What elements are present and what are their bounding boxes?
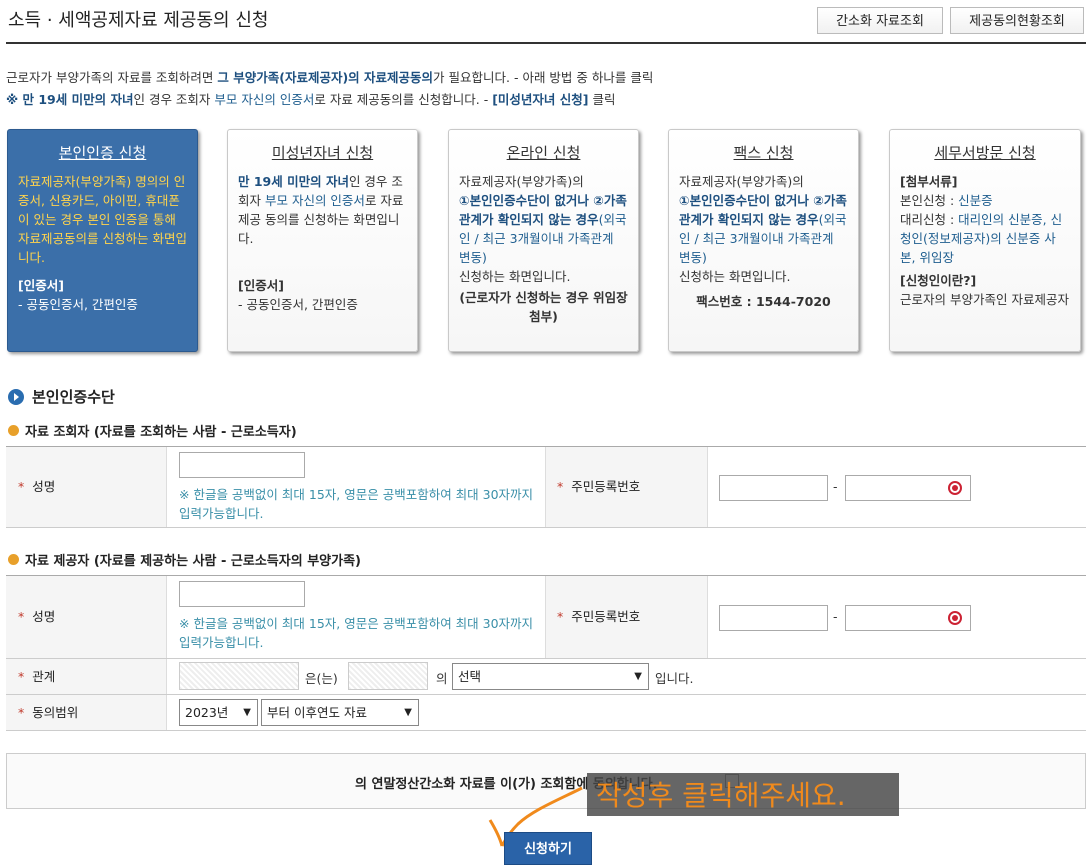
provider-name-label: * 성명: [6, 576, 166, 658]
viewer-name-input[interactable]: [179, 452, 305, 478]
fax-number: 팩스번호 : 1544-7020: [696, 294, 831, 309]
relation-select[interactable]: 선택 ▼: [452, 663, 649, 690]
card-section-title: [신청인이란?]: [900, 273, 977, 288]
row-divider: [6, 658, 1086, 659]
bullet-icon: [8, 425, 19, 436]
card-title: 미성년자녀 신청: [271, 144, 374, 162]
card-minor-child[interactable]: 미성년자녀 신청 만 19세 미만의 자녀인 경우 조회자 부모 자신의 인증서…: [227, 129, 418, 352]
provider-rrn-front-input[interactable]: [719, 605, 828, 631]
submit-button[interactable]: 신청하기: [504, 832, 592, 865]
card-title: 팩스 신청: [733, 144, 794, 162]
viewer-name-label: * 성명: [6, 447, 166, 527]
card-title: 세무서방문 신청: [934, 144, 1036, 162]
card-body: 자료제공자(부양가족)의 ①본인인증수단이 없거나 ②가족관계가 확인되지 않는…: [459, 174, 627, 284]
provider-subheading: 자료 제공자 (자료를 제공하는 사람 - 근로소득자의 부양가족): [8, 550, 361, 569]
page-title: 소득 · 세액공제자료 제공동의 신청: [8, 10, 269, 31]
relation-label: * 관계: [6, 659, 166, 694]
viewer-rrn-front-input[interactable]: [719, 475, 828, 501]
card-section-body: - 공동인증서, 간편인증: [238, 297, 358, 312]
chevron-down-icon: ▼: [634, 671, 642, 682]
relation-provider-field: [348, 662, 428, 690]
relation-viewer-field: [179, 662, 299, 690]
cell-divider: [707, 576, 708, 658]
year-select[interactable]: 2023년 ▼: [179, 699, 258, 726]
card-section-title: [인증서]: [238, 278, 284, 293]
consent-range-label: * 동의범위: [6, 695, 166, 730]
cell-divider: [166, 576, 167, 694]
cell-divider: [545, 576, 546, 658]
instruction-overlay-text: 작성후 클릭해주세요.: [596, 779, 846, 812]
range-select[interactable]: 부터 이후연도 자료 ▼: [261, 699, 419, 726]
card-tax-office-visit[interactable]: 세무서방문 신청 [첨부서류] 본인신청 : 신분증 대리신청 : 대리인의 신…: [889, 129, 1081, 352]
card-fax[interactable]: 팩스 신청 자료제공자(부양가족)의 ①본인인증수단이 없거나 ②가족관계가 확…: [668, 129, 859, 352]
card-body: 본인신청 : 신분증 대리신청 : 대리인의 신분증, 신청인(정보제공자)의 …: [900, 193, 1063, 265]
eye-icon[interactable]: [948, 481, 962, 495]
intro-line-2: ※ 만 19세 미만의 자녀인 경우 조회자 부모 자신의 인증서로 자료 제공…: [6, 92, 616, 107]
intro-line-1: 근로자가 부양가족의 자료를 조회하려면 그 부양가족(자료제공자)의 자료제공…: [6, 70, 654, 85]
card-note: (근로자가 신청하는 경우 위임장 첨부): [459, 290, 628, 324]
rrn-dash: -: [833, 479, 838, 494]
cell-divider: [707, 447, 708, 527]
name-input-note: ※ 한글을 공백없이 최대 15자, 영문은 공백포함하여 최대 30자까지 입…: [179, 487, 534, 521]
card-title: 온라인 신청: [506, 144, 581, 162]
consent-status-view-button[interactable]: 제공동의현황조회: [950, 7, 1084, 34]
card-self-auth[interactable]: 본인인증 신청 자료제공자(부양가족) 명의의 인증서, 신용카드, 아이핀, …: [7, 129, 198, 352]
card-online[interactable]: 온라인 신청 자료제공자(부양가족)의 ①본인인증수단이 없거나 ②가족관계가 …: [448, 129, 639, 352]
table-bottom-border: [6, 527, 1086, 528]
row-divider: [6, 694, 1086, 695]
viewer-subheading: 자료 조회자 (자료를 조회하는 사람 - 근로소득자): [8, 421, 297, 440]
card-section-title: [인증서]: [18, 278, 64, 293]
title-divider: [6, 42, 1086, 44]
cell-divider: [545, 447, 546, 527]
table-bottom-border: [6, 730, 1086, 731]
card-section-body: - 공동인증서, 간편인증: [18, 297, 138, 312]
bullet-icon: [8, 554, 19, 565]
card-section-body: 근로자의 부양가족인 자료제공자: [900, 292, 1069, 307]
section-title: 본인인증수단: [8, 386, 115, 407]
relation-eun-text: 은(는): [305, 671, 338, 686]
cell-divider: [166, 447, 167, 527]
cell-divider: [166, 695, 167, 730]
provider-rrn-label: * 주민등록번호: [545, 576, 707, 658]
eye-icon[interactable]: [948, 611, 962, 625]
arrow-right-icon: [8, 388, 24, 405]
card-body: 자료제공자(부양가족) 명의의 인증서, 신용카드, 아이핀, 휴대폰이 있는 …: [18, 174, 187, 265]
chevron-down-icon: ▼: [243, 707, 251, 718]
card-title: 본인인증 신청: [58, 144, 147, 162]
provider-name-input[interactable]: [179, 581, 305, 607]
viewer-rrn-label: * 주민등록번호: [545, 447, 707, 527]
chevron-down-icon: ▼: [404, 707, 412, 718]
relation-end-text: 입니다.: [655, 671, 694, 686]
card-body: 만 19세 미만의 자녀인 경우 조회자 부모 자신의 인증서로 자료 제공 동…: [238, 174, 404, 246]
card-body: 자료제공자(부양가족)의 ①본인인증수단이 없거나 ②가족관계가 확인되지 않는…: [679, 174, 847, 284]
rrn-dash: -: [833, 609, 838, 624]
relation-ui-text: 의: [436, 671, 448, 686]
card-section-title: [첨부서류]: [900, 174, 958, 189]
name-input-note: ※ 한글을 공백없이 최대 15자, 영문은 공백포함하여 최대 30자까지 입…: [179, 616, 534, 650]
simple-data-view-button[interactable]: 간소화 자료조회: [817, 7, 943, 34]
